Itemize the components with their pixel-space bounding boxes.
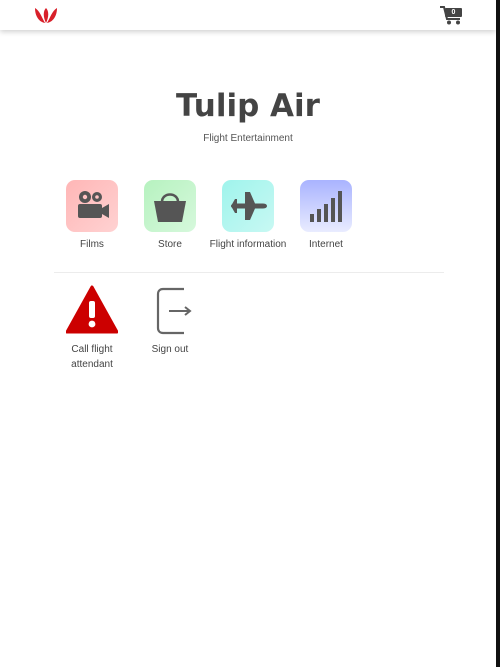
film-camera-icon (78, 191, 109, 218)
cart-count-badge: 0 (451, 9, 456, 16)
flight-information-label: Flight information (209, 239, 287, 250)
sign-out-label: Sign out (151, 344, 189, 355)
page-subtitle: Flight Entertainment (203, 133, 293, 144)
store-tile (144, 180, 196, 232)
call-attendant-tile (66, 285, 118, 337)
airplane-icon (231, 192, 267, 220)
signal-bars-icon (310, 191, 342, 222)
top-bar: 0 (0, 0, 496, 30)
films-tile (66, 180, 118, 232)
cart-button[interactable]: 0 (440, 5, 464, 25)
menu-item-films[interactable]: Films (53, 180, 131, 252)
menu-item-internet[interactable]: Internet (287, 180, 365, 252)
menu-item-sign-out[interactable]: Sign out (131, 285, 209, 357)
warning-icon (66, 285, 118, 334)
menu-item-call-flight-attendant[interactable]: Call flight attendant (53, 285, 131, 372)
menu-item-flight-information[interactable]: Flight information (209, 180, 287, 252)
sign-out-tile (144, 285, 196, 337)
internet-tile (300, 180, 352, 232)
tulip-icon[interactable] (33, 5, 59, 25)
menu-item-store[interactable]: Store (131, 180, 209, 252)
sign-out-icon (156, 287, 192, 335)
films-label: Films (80, 239, 104, 250)
flight-info-tile (222, 180, 274, 232)
store-label: Store (158, 239, 182, 250)
window-edge (496, 0, 500, 667)
page-title: Tulip Air (176, 88, 320, 124)
section-divider (54, 272, 444, 273)
shopping-basket-icon (154, 193, 186, 222)
internet-label: Internet (309, 239, 343, 250)
call-flight-attendant-label: Call flight attendant (71, 344, 113, 370)
